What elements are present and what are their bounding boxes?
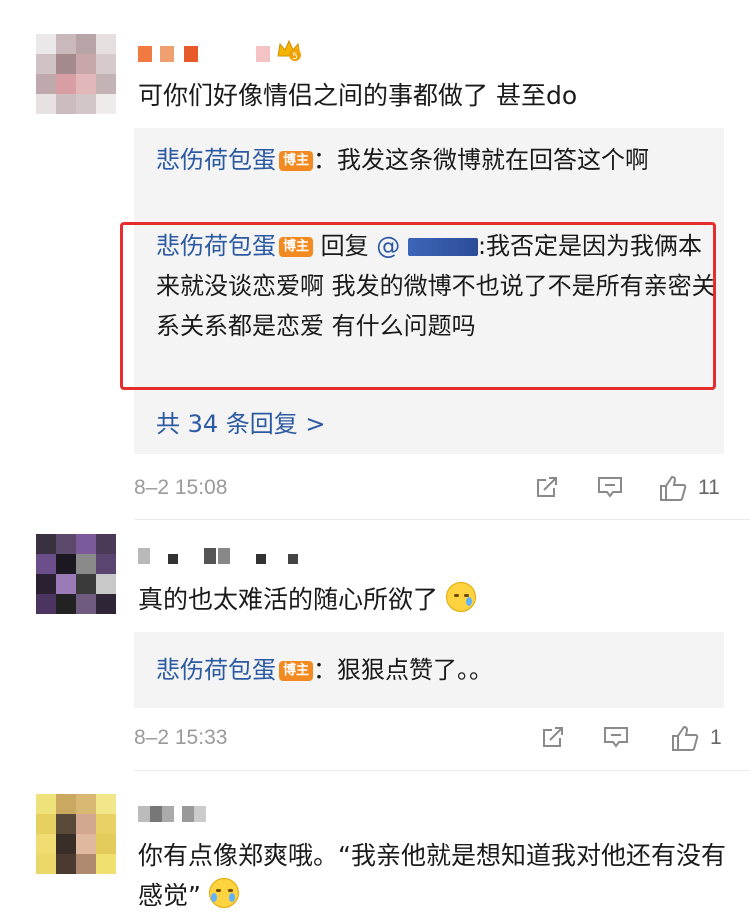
comment-text: 可你们好像情侣之间的事都做了 甚至do <box>138 81 578 110</box>
reply-item[interactable]: 悲伤荷包蛋 博主 ：狠狠点赞了。。 <box>156 650 716 690</box>
author-badge: 博主 <box>279 661 314 681</box>
comment-icon[interactable] <box>596 474 624 504</box>
timestamp: 8–2 15:08 <box>134 476 228 499</box>
comment-text: 真的也太难活的随心所欲了 <box>138 580 728 620</box>
like-count: 1 <box>710 726 722 749</box>
divider <box>134 770 750 771</box>
reply-author[interactable]: 悲伤荷包蛋 <box>156 656 276 684</box>
more-replies-link[interactable]: 共 34 条回复 > <box>156 404 326 439</box>
author-badge: 博主 <box>279 151 314 171</box>
timestamp: 8–2 15:33 <box>134 726 228 749</box>
avatar[interactable] <box>36 534 116 614</box>
vip-crown-icon: 5 <box>276 38 302 62</box>
avatar[interactable] <box>36 794 116 874</box>
red-highlight-box <box>120 222 716 390</box>
thumbs-up-icon[interactable] <box>658 474 688 506</box>
svg-text:5: 5 <box>292 52 298 62</box>
reply-separator: ： <box>313 656 338 684</box>
reply-separator: ： <box>313 146 338 174</box>
username-masked[interactable] <box>138 548 318 572</box>
reply-author[interactable]: 悲伤荷包蛋 <box>156 146 276 174</box>
reply-text: 我发这条微博就在回答这个啊 <box>337 146 650 174</box>
share-icon[interactable] <box>540 724 566 754</box>
reply-item[interactable]: 悲伤荷包蛋 博主 ：我发这条微博就在回答这个啊 <box>156 140 716 180</box>
share-icon[interactable] <box>534 474 560 504</box>
like-count: 11 <box>698 476 720 499</box>
laugh-cry-emoji-icon <box>208 878 239 908</box>
reply-box: 悲伤荷包蛋 博主 ：狠狠点赞了。。 <box>134 632 724 708</box>
cry-emoji-icon <box>445 582 476 612</box>
divider <box>134 519 750 520</box>
reply-text: 狠狠点赞了。。 <box>337 656 494 684</box>
comment-meta: 8–2 15:33 1 <box>134 718 724 758</box>
username-masked[interactable]: 5 <box>138 39 318 70</box>
comment-meta: 8–2 15:08 11 <box>134 468 724 508</box>
username-masked[interactable] <box>138 806 258 830</box>
comment-text: 你有点像郑爽哦。“我亲他就是想知道我对他还有没有感觉” <box>138 841 726 910</box>
avatar[interactable] <box>36 34 116 114</box>
comment-icon[interactable] <box>602 724 630 754</box>
thumbs-up-icon[interactable] <box>670 724 700 756</box>
